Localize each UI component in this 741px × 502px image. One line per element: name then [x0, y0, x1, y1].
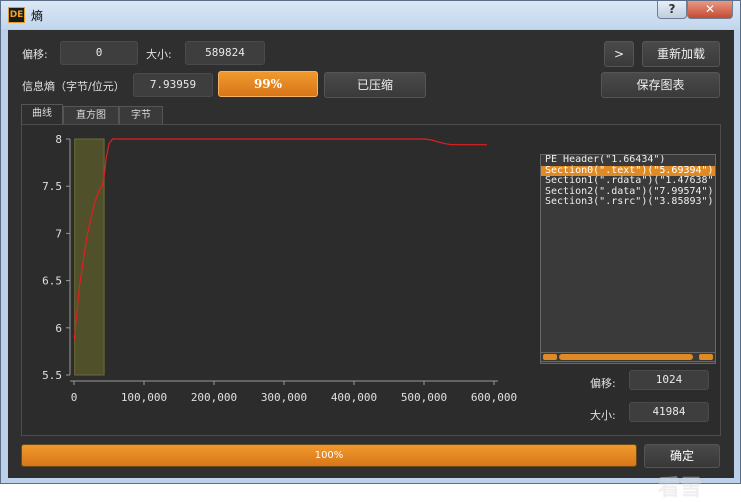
- y-tick-label: 7: [55, 227, 62, 240]
- selection-highlight: [74, 138, 105, 376]
- tab-curve[interactable]: 曲线: [21, 104, 63, 125]
- dialog-body: 偏移: 0 大小: 589824 > 重新加载 信息熵（字节/位元） 7.939…: [8, 30, 734, 501]
- entropy-window: DE 熵 ? ✕ 偏移: 0 大小: 589824 > 重新加载 信息熵（字节/…: [0, 0, 741, 501]
- x-tick-label: 400,000: [331, 391, 377, 404]
- scroll-right-arrow-icon[interactable]: [699, 354, 713, 360]
- title-bar[interactable]: DE 熵 ? ✕: [1, 1, 740, 29]
- progress-bar: 100%: [21, 444, 637, 467]
- help-button[interactable]: ?: [657, 1, 687, 19]
- selection-offset-label: 偏移:: [590, 377, 616, 390]
- y-tick-label: 7.5: [42, 180, 62, 193]
- ok-button[interactable]: 确定: [644, 444, 720, 468]
- scroll-left-arrow-icon[interactable]: [543, 354, 557, 360]
- reload-button[interactable]: 重新加载: [642, 41, 720, 67]
- x-tick-label: 600,000: [471, 391, 517, 404]
- selection-size-label: 大小:: [590, 409, 616, 422]
- size-label: 大小:: [146, 48, 172, 61]
- x-tick-label: 500,000: [401, 391, 447, 404]
- entropy-value-field[interactable]: 7.93959: [133, 73, 213, 97]
- close-button[interactable]: ✕: [687, 1, 733, 19]
- selection-size-field[interactable]: 41984: [629, 402, 709, 422]
- compression-status: 已压缩: [324, 72, 426, 98]
- section-list-scrollbar[interactable]: [540, 352, 716, 362]
- offset-field[interactable]: 0: [60, 41, 138, 65]
- selection-offset-field[interactable]: 1024: [629, 370, 709, 390]
- offset-label: 偏移:: [22, 48, 48, 61]
- watermark: 看雪: [658, 476, 703, 501]
- entropy-label: 信息熵（字节/位元）: [22, 80, 125, 93]
- save-chart-button[interactable]: 保存图表: [601, 72, 720, 98]
- y-tick-label: 6.5: [42, 275, 62, 288]
- x-tick-label: 0: [71, 391, 78, 404]
- size-field[interactable]: 589824: [185, 41, 265, 65]
- tab-histogram[interactable]: 直方图: [63, 106, 119, 124]
- section-item-pe-header[interactable]: PE Header("1.66434"): [541, 155, 715, 166]
- x-tick-label: 200,000: [191, 391, 237, 404]
- section-item-rsrc[interactable]: Section3(".rsrc")("3.85893"): [541, 197, 715, 208]
- entropy-chart: 5.5 6 6.5 7 7.5 8 0 100,000 200,000 300,000 400,00…: [42, 133, 517, 404]
- tab-bytes[interactable]: 字节: [119, 106, 163, 124]
- entropy-series-line: [73, 138, 487, 340]
- app-icon: DE: [8, 7, 25, 23]
- scroll-thumb[interactable]: [559, 354, 693, 360]
- window-title: 熵: [31, 9, 44, 23]
- y-tick-label: 8: [55, 133, 62, 146]
- curve-panel: 5.5 6 6.5 7 7.5 8 0 100,000 200,000 300,000 400,00…: [21, 124, 721, 436]
- section-list[interactable]: PE Header("1.66434") Section0(".text")("…: [540, 154, 716, 364]
- x-tick-label: 100,000: [121, 391, 167, 404]
- y-tick-label: 6: [55, 322, 62, 335]
- y-tick-label: 5.5: [42, 369, 62, 382]
- next-button[interactable]: >: [604, 41, 634, 67]
- entropy-percent-badge: 99%: [218, 71, 318, 97]
- x-tick-label: 300,000: [261, 391, 307, 404]
